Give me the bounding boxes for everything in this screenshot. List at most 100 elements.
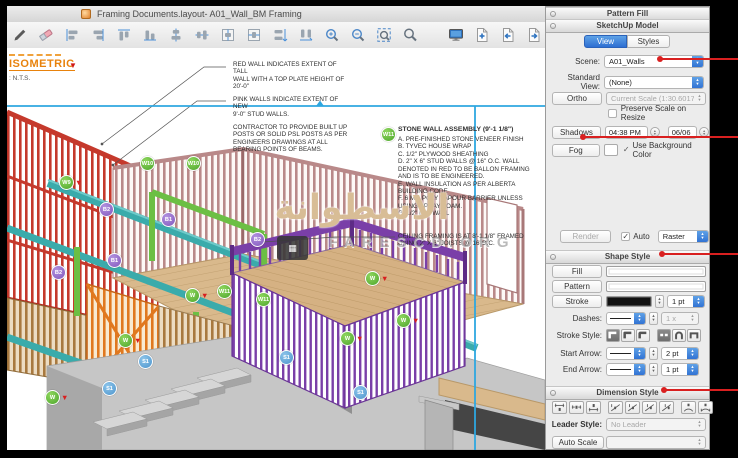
dim-slope-above-button[interactable] xyxy=(642,401,657,414)
align-bottom-icon[interactable] xyxy=(141,26,158,43)
fill-button[interactable]: Fill xyxy=(552,265,602,278)
preserve-scale-checkbox[interactable] xyxy=(608,109,617,118)
view-title: ISOMETRIC xyxy=(9,58,75,71)
disclosure-icon[interactable] xyxy=(550,11,556,17)
butt-cap-button[interactable] xyxy=(657,329,671,342)
dropdown-arrows-icon xyxy=(634,363,645,376)
end-arrow-dropdown[interactable] xyxy=(606,363,646,376)
add-page-icon[interactable] xyxy=(473,26,490,43)
disclosure-icon[interactable] xyxy=(550,390,556,396)
start-arrow-label: Start Arrow: xyxy=(546,349,602,358)
dashes-label: Dashes: xyxy=(546,314,602,323)
dim-arc-outside-button[interactable] xyxy=(698,401,713,414)
auto-render-checkbox[interactable] xyxy=(621,232,630,241)
dim-text-below-button[interactable] xyxy=(552,401,567,414)
callout-line xyxy=(664,389,738,391)
toolbar-right-group xyxy=(447,26,542,43)
auto-scale-button[interactable]: Auto Scale xyxy=(552,436,604,449)
standard-view-dropdown[interactable]: (None) xyxy=(604,76,704,89)
sketchup-model-section-header[interactable]: SketchUp Model xyxy=(546,19,709,33)
center-on-page-vertical-icon[interactable] xyxy=(219,26,236,43)
dim-text-centered-button[interactable] xyxy=(569,401,584,414)
space-evenly-horizontal-icon[interactable] xyxy=(297,26,314,43)
pen-icon[interactable] xyxy=(11,26,28,43)
dash-scale-dropdown[interactable]: 1 x xyxy=(661,312,699,325)
use-background-checkbox[interactable] xyxy=(622,146,631,155)
document-canvas[interactable]: ISOMETRIC ▼ : N.T.S. RED WALL INDICATES … xyxy=(7,48,545,450)
align-right-icon[interactable] xyxy=(89,26,106,43)
render-mode-dropdown[interactable]: Raster xyxy=(658,230,709,243)
annotation-red-wall: RED WALL INDICATES EXTENT OF TALL WALL W… xyxy=(233,61,351,91)
stroke-button[interactable]: Stroke xyxy=(552,295,602,308)
dim-slope-horizontal-button[interactable] xyxy=(608,401,623,414)
dashes-dropdown[interactable] xyxy=(606,312,646,325)
zoom-in-icon[interactable] xyxy=(323,26,340,43)
align-top-icon[interactable] xyxy=(115,26,132,43)
zoom-to-fit-icon[interactable] xyxy=(375,26,392,43)
dropdown-arrows-icon xyxy=(687,312,698,325)
miter-join-button[interactable] xyxy=(606,329,620,342)
end-arrow-label: End Arrow: xyxy=(546,365,602,374)
fog-button[interactable]: Fog xyxy=(552,144,600,157)
scale-dropdown[interactable]: Current Scale (1:30.6017) xyxy=(606,92,706,105)
callout-dot xyxy=(657,56,663,62)
dimension-scale-dropdown[interactable] xyxy=(606,436,706,449)
dim-slope-aligned-button[interactable] xyxy=(625,401,640,414)
dim-text-above-button[interactable] xyxy=(586,401,601,414)
dropdown-arrows-icon xyxy=(692,76,703,89)
center-vertically-icon[interactable] xyxy=(167,26,184,43)
leader-style-dropdown[interactable]: No Leader xyxy=(606,418,706,431)
center-horizontally-icon[interactable] xyxy=(193,26,210,43)
callout-dot xyxy=(661,387,667,393)
scene-dropdown[interactable]: A01_Walls xyxy=(604,55,704,68)
dropdown-arrows-icon xyxy=(687,347,698,360)
screenshot-frame: Framing Documents.layout- A01_Wall_BM Fr… xyxy=(0,0,738,458)
end-arrow-stepper[interactable] xyxy=(649,363,658,376)
fog-color-well[interactable] xyxy=(604,144,618,156)
dash-scale-stepper[interactable] xyxy=(649,312,658,325)
next-page-icon[interactable] xyxy=(525,26,542,43)
annotation-pink-walls: PINK WALLS INDICATE EXTENT OF NEW 9'-0" … xyxy=(233,96,351,118)
space-evenly-vertical-icon[interactable] xyxy=(271,26,288,43)
round-cap-button[interactable] xyxy=(672,329,686,342)
stroke-swatch[interactable] xyxy=(606,296,652,307)
pattern-button[interactable]: Pattern xyxy=(552,280,602,293)
stroke-width-stepper[interactable] xyxy=(655,295,664,308)
start-arrow-dropdown[interactable] xyxy=(606,347,646,360)
dim-arc-inside-button[interactable] xyxy=(681,401,696,414)
start-arrow-size-dropdown[interactable]: 2 pt xyxy=(661,347,699,360)
eraser-icon[interactable] xyxy=(37,26,54,43)
model-tag-w: W xyxy=(365,271,380,286)
red-marker-arrow-icon: ▼ xyxy=(412,316,419,325)
tab-view[interactable]: View xyxy=(584,35,627,48)
zoom-out-icon[interactable] xyxy=(349,26,366,43)
round-join-button[interactable] xyxy=(621,329,635,342)
projecting-cap-button[interactable] xyxy=(687,329,701,342)
standard-view-label: Standard View: xyxy=(546,73,600,91)
stroke-width-dropdown[interactable]: 1 pt xyxy=(667,295,705,308)
dim-slope-vertical-button[interactable] xyxy=(659,401,674,414)
render-button[interactable]: Render xyxy=(560,230,611,243)
disclosure-icon[interactable] xyxy=(550,254,556,260)
ortho-button[interactable]: Ortho xyxy=(552,92,602,105)
watermark-url: FARESCD.ORG xyxy=(302,234,542,251)
model-tag-w: W xyxy=(185,288,200,303)
disclosure-icon[interactable] xyxy=(550,23,556,29)
tab-styles[interactable]: Styles xyxy=(627,35,670,48)
previous-page-icon[interactable] xyxy=(499,26,516,43)
fill-swatch[interactable] xyxy=(606,266,706,277)
arrow-line-icon xyxy=(610,369,631,370)
red-marker-arrow-icon: ▼ xyxy=(356,334,363,343)
bevel-join-button[interactable] xyxy=(636,329,650,342)
model-tag-b1: B1 xyxy=(161,212,176,227)
auto-render-label: Auto xyxy=(633,232,649,241)
end-arrow-size-dropdown[interactable]: 1 pt xyxy=(661,363,699,376)
pattern-swatch[interactable] xyxy=(606,281,706,292)
center-on-page-horizontal-icon[interactable] xyxy=(245,26,262,43)
presentation-icon[interactable] xyxy=(447,26,464,43)
start-arrow-stepper[interactable] xyxy=(649,347,658,360)
align-left-icon[interactable] xyxy=(63,26,80,43)
dropdown-arrows-icon xyxy=(634,312,645,325)
search-icon[interactable] xyxy=(401,26,418,43)
model-tag-w9: W9 xyxy=(59,175,74,190)
